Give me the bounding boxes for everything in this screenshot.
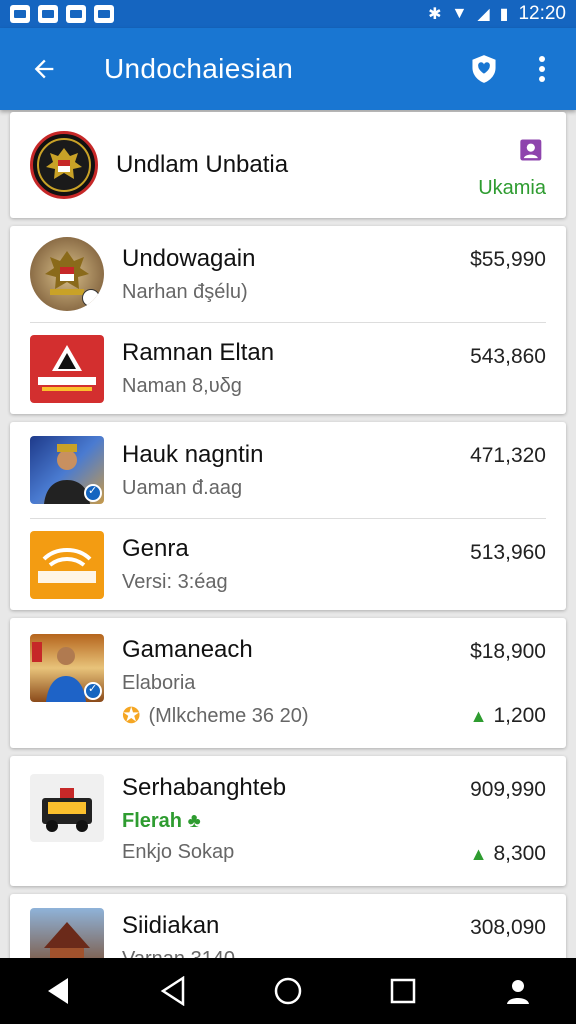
item-sub: Uaman đ.aag xyxy=(122,476,243,499)
app-icon xyxy=(66,5,86,23)
verified-icon xyxy=(84,484,102,502)
back-button[interactable] xyxy=(14,39,74,99)
nav-home-button[interactable] xyxy=(258,961,318,1021)
recents-square-icon xyxy=(390,978,416,1004)
home-circle-icon xyxy=(274,977,302,1005)
list-group: Hauk nagntin Uaman đ.aag 471,320 Genra V… xyxy=(10,422,566,610)
photo-thumbnail xyxy=(30,634,104,702)
photo-thumbnail xyxy=(30,436,104,504)
item-price: $18,900 xyxy=(470,640,546,663)
list-group: Serhabanghteb Flerah ♣ Enkjo Sokap 909,9… xyxy=(10,756,566,886)
item-tag: Flerah xyxy=(122,810,183,832)
item-sub: Versi: 3:éag xyxy=(122,571,228,593)
wifi-icon: ▼ xyxy=(451,5,468,22)
status-bar: ✱ ▼ ◢ ▮ 12:20 xyxy=(0,0,576,28)
thumb-up-icon: ▲ xyxy=(469,843,488,864)
signal-icon: ◢ xyxy=(477,6,490,23)
list-item[interactable]: Ramnan Eltan Naman 8,υδg 543,860 xyxy=(30,322,546,414)
header-card[interactable]: Undlam Unbatia Ukamia xyxy=(10,112,566,218)
item-price: $55,990 xyxy=(470,248,546,271)
drive-icon xyxy=(38,5,58,23)
item-secondary-value: 1,200 xyxy=(493,704,546,727)
item-price: 308,090 xyxy=(470,916,546,939)
shield-button[interactable] xyxy=(462,47,506,91)
item-sub: Narhan đşélu) xyxy=(122,280,248,303)
media-icon xyxy=(94,5,114,23)
emblem-avatar xyxy=(30,131,98,199)
more-options-button[interactable] xyxy=(526,47,558,91)
list-item[interactable]: Hauk nagntin Uaman đ.aag 471,320 xyxy=(30,422,546,518)
item-extra: (Mlkcheme 36 20) xyxy=(148,704,309,727)
vehicle-thumbnail xyxy=(30,774,104,842)
more-vert-icon xyxy=(539,56,545,82)
item-secondary-value: 8,300 xyxy=(493,842,546,865)
nav-profile-button[interactable] xyxy=(488,961,548,1021)
app-bar: Undochaiesian xyxy=(0,28,576,110)
thumb-up-icon: ▲ xyxy=(469,705,488,726)
list-group: Undowagain Narhan đşélu) $55,990 Ramnan … xyxy=(10,226,566,414)
list-group: Gamaneach Elaboria ✪ (Mlkcheme 36 20) $1… xyxy=(10,618,566,748)
item-price: 543,860 xyxy=(470,345,546,368)
nav-recents-button[interactable] xyxy=(373,961,433,1021)
list-item[interactable]: Serhabanghteb Flerah ♣ Enkjo Sokap 909,9… xyxy=(30,756,546,886)
page-title: Undochaiesian xyxy=(104,53,294,84)
navigation-bar xyxy=(0,958,576,1024)
gallery-icon xyxy=(10,5,30,23)
nav-back-filled-button[interactable] xyxy=(28,961,88,1021)
back-arrow-icon xyxy=(34,59,54,79)
item-sub: Naman 8,υδg xyxy=(122,375,242,397)
item-price: 909,990 xyxy=(470,778,546,801)
logo-thumbnail xyxy=(30,334,104,403)
profile-icon[interactable] xyxy=(518,136,546,164)
back-triangle-filled-icon xyxy=(47,978,68,1004)
battery-icon: ▮ xyxy=(499,6,509,23)
emblem-thumbnail xyxy=(30,237,104,311)
list-item[interactable]: Gamaneach Elaboria ✪ (Mlkcheme 36 20) $1… xyxy=(30,618,546,748)
status-time: 12:20 xyxy=(518,3,566,24)
bluetooth-icon: ✱ xyxy=(428,6,442,23)
content-list: Undlam Unbatia Ukamia Undowagain Narhan … xyxy=(10,112,566,998)
nav-back-button[interactable] xyxy=(143,961,203,1021)
item-price: 471,320 xyxy=(470,444,546,467)
header-tag: Ukamia xyxy=(478,177,546,199)
leaf-icon: ♣ xyxy=(187,810,201,832)
verified-icon xyxy=(84,682,102,700)
item-price: 513,960 xyxy=(470,541,546,564)
badge-icon xyxy=(82,289,100,307)
list-item[interactable]: Undowagain Narhan đşélu) $55,990 xyxy=(30,226,546,322)
shield-icon xyxy=(472,55,496,83)
list-item[interactable]: Genra Versi: 3:éag 513,960 xyxy=(30,518,546,610)
refresh-icon: ✪ xyxy=(122,703,141,728)
header-name: Undlam Unbatia xyxy=(116,151,289,178)
person-icon xyxy=(507,980,530,1004)
item-sub: Elaboria xyxy=(122,672,196,694)
back-triangle-icon xyxy=(160,976,185,1006)
logo-thumbnail xyxy=(30,530,104,599)
